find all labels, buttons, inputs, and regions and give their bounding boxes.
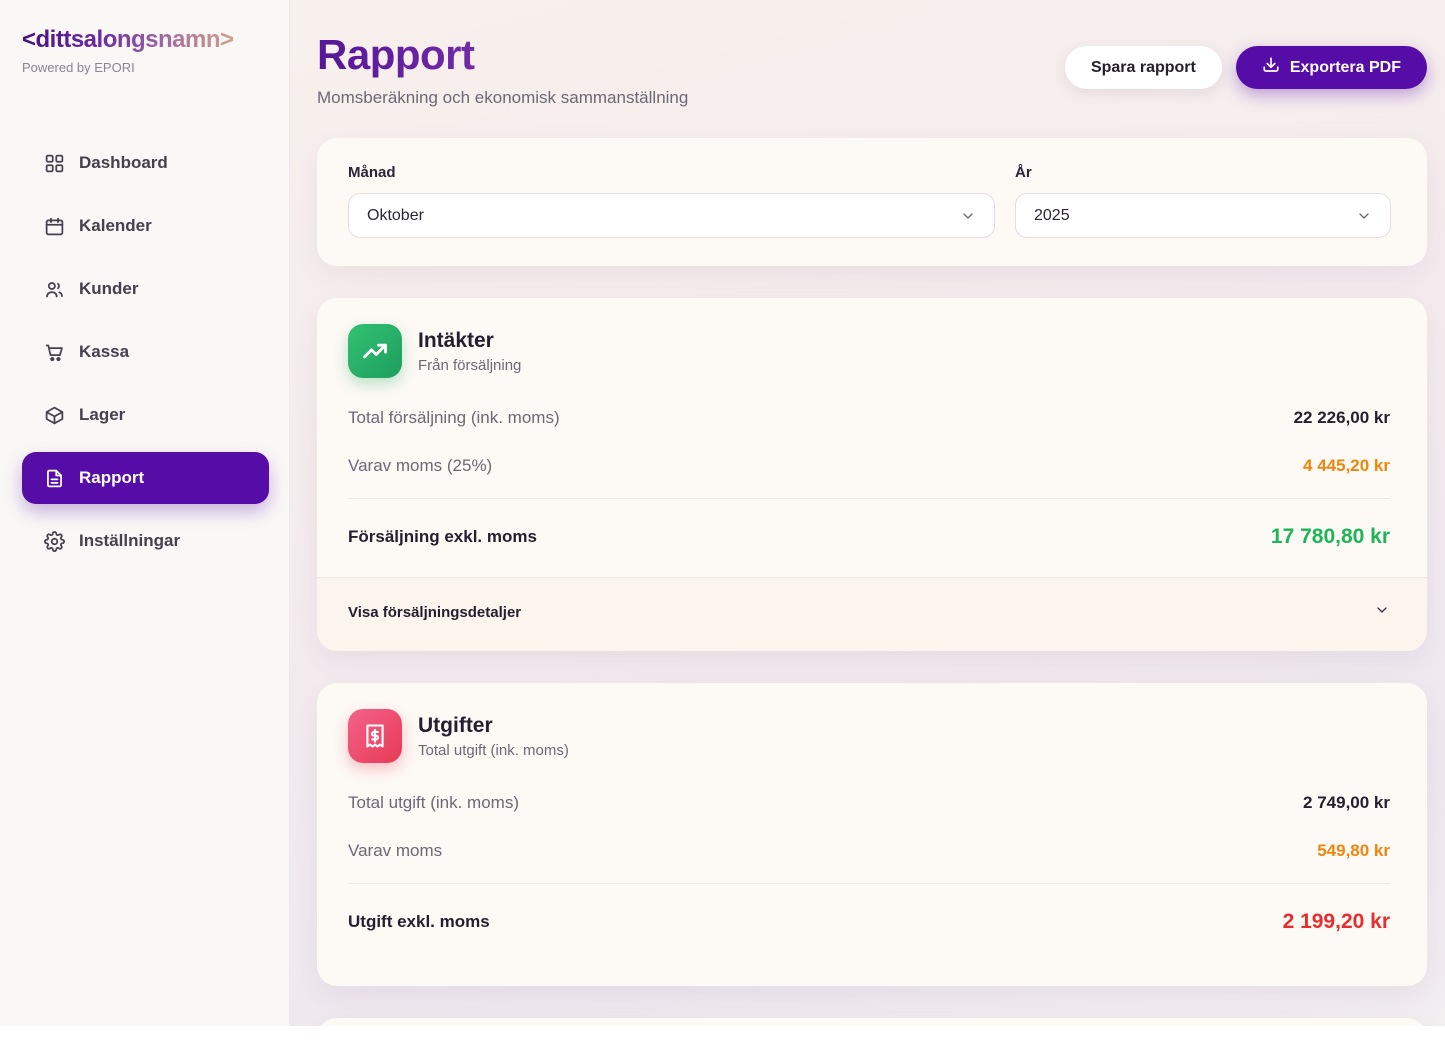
receipt-dollar-icon [348,709,402,763]
app-logo: <dittsalongsnamn> [22,26,269,54]
package-icon [44,405,65,426]
users-icon [44,279,65,300]
download-icon [1262,56,1280,79]
page-header: Rapport Momsberäkning och ekonomisk samm… [317,32,1427,108]
sales-details-label: Visa försäljningsdetaljer [348,604,521,621]
trending-up-icon [348,324,402,378]
row-value: 2 749,00 kr [1303,793,1390,813]
save-report-button[interactable]: Spara rapport [1065,46,1222,89]
year-select[interactable]: 2025 [1015,193,1391,238]
income-total-row: Total försäljning (ink. moms) 22 226,00 … [348,394,1390,442]
sidebar: <dittsalongsnamn> Powered by EPORI Dashb… [0,0,290,1040]
year-select-value: 2025 [1034,207,1070,225]
sidebar-item-label: Kunder [79,279,139,299]
row-label: Total försäljning (ink. moms) [348,408,560,428]
row-value: 22 226,00 kr [1294,408,1390,428]
sidebar-item-label: Rapport [79,468,144,488]
income-card-subtitle: Från försäljning [418,357,521,374]
page-title: Rapport [317,32,688,78]
sidebar-item-kassa[interactable]: Kassa [22,326,269,378]
page-subtitle: Momsberäkning och ekonomisk sammanställn… [317,88,688,108]
chevron-down-icon [1356,208,1372,224]
expense-excl-vat-row: Utgift exkl. moms 2 199,20 kr [348,892,1390,956]
main-content: Rapport Momsberäkning och ekonomisk samm… [290,0,1445,1040]
sidebar-item-label: Dashboard [79,153,168,173]
chevron-down-icon [960,208,976,224]
row-value: 4 445,20 kr [1303,456,1390,476]
cart-icon [44,342,65,363]
sidebar-item-label: Kalender [79,216,152,236]
row-value: 2 199,20 kr [1283,910,1390,934]
sidebar-item-rapport[interactable]: Rapport [22,452,269,504]
viewport-bottom-strip [0,1026,1445,1040]
sidebar-item-dashboard[interactable]: Dashboard [22,137,269,189]
row-label: Utgift exkl. moms [348,912,490,932]
row-label: Varav moms [348,841,442,861]
sidebar-nav: Dashboard Kalender Kunder Kassa Lager [22,137,269,567]
expense-total-row: Total utgift (ink. moms) 2 749,00 kr [348,779,1390,827]
filter-card: Månad Oktober År 2025 [317,138,1427,266]
document-icon [44,468,65,489]
dashboard-icon [44,153,65,174]
income-card-title: Intäkter [418,329,521,353]
month-label: Månad [348,164,995,181]
sales-details-toggle[interactable]: Visa försäljningsdetaljer [317,577,1427,651]
row-label: Varav moms (25%) [348,456,492,476]
divider [348,498,1390,499]
expense-vat-row: Varav moms 549,80 kr [348,827,1390,875]
expense-card-subtitle: Total utgift (ink. moms) [418,742,569,759]
income-excl-vat-row: Försäljning exkl. moms 17 780,80 kr [348,507,1390,571]
month-filter: Månad Oktober [348,164,995,238]
row-label: Försäljning exkl. moms [348,527,537,547]
year-filter: År 2025 [1015,164,1391,238]
sidebar-item-kalender[interactable]: Kalender [22,200,269,252]
export-pdf-button[interactable]: Exportera PDF [1236,46,1427,89]
row-value: 549,80 kr [1317,841,1390,861]
row-label: Total utgift (ink. moms) [348,793,519,813]
header-actions: Spara rapport Exportera PDF [1065,46,1427,89]
sidebar-item-installningar[interactable]: Inställningar [22,515,269,567]
sidebar-item-kunder[interactable]: Kunder [22,263,269,315]
sidebar-item-label: Kassa [79,342,129,362]
chevron-down-icon [1374,602,1390,623]
sidebar-item-label: Lager [79,405,125,425]
expense-card: Utgifter Total utgift (ink. moms) Total … [317,683,1427,986]
month-select[interactable]: Oktober [348,193,995,238]
row-value: 17 780,80 kr [1271,525,1390,549]
gear-icon [44,531,65,552]
income-vat-row: Varav moms (25%) 4 445,20 kr [348,442,1390,490]
expense-card-title: Utgifter [418,714,569,738]
calendar-icon [44,216,65,237]
month-select-value: Oktober [367,207,424,225]
sidebar-item-label: Inställningar [79,531,180,551]
sidebar-item-lager[interactable]: Lager [22,389,269,441]
income-card: Intäkter Från försäljning Total försäljn… [317,298,1427,651]
app-tagline: Powered by EPORI [22,60,269,75]
year-label: År [1015,164,1391,181]
divider [348,883,1390,884]
